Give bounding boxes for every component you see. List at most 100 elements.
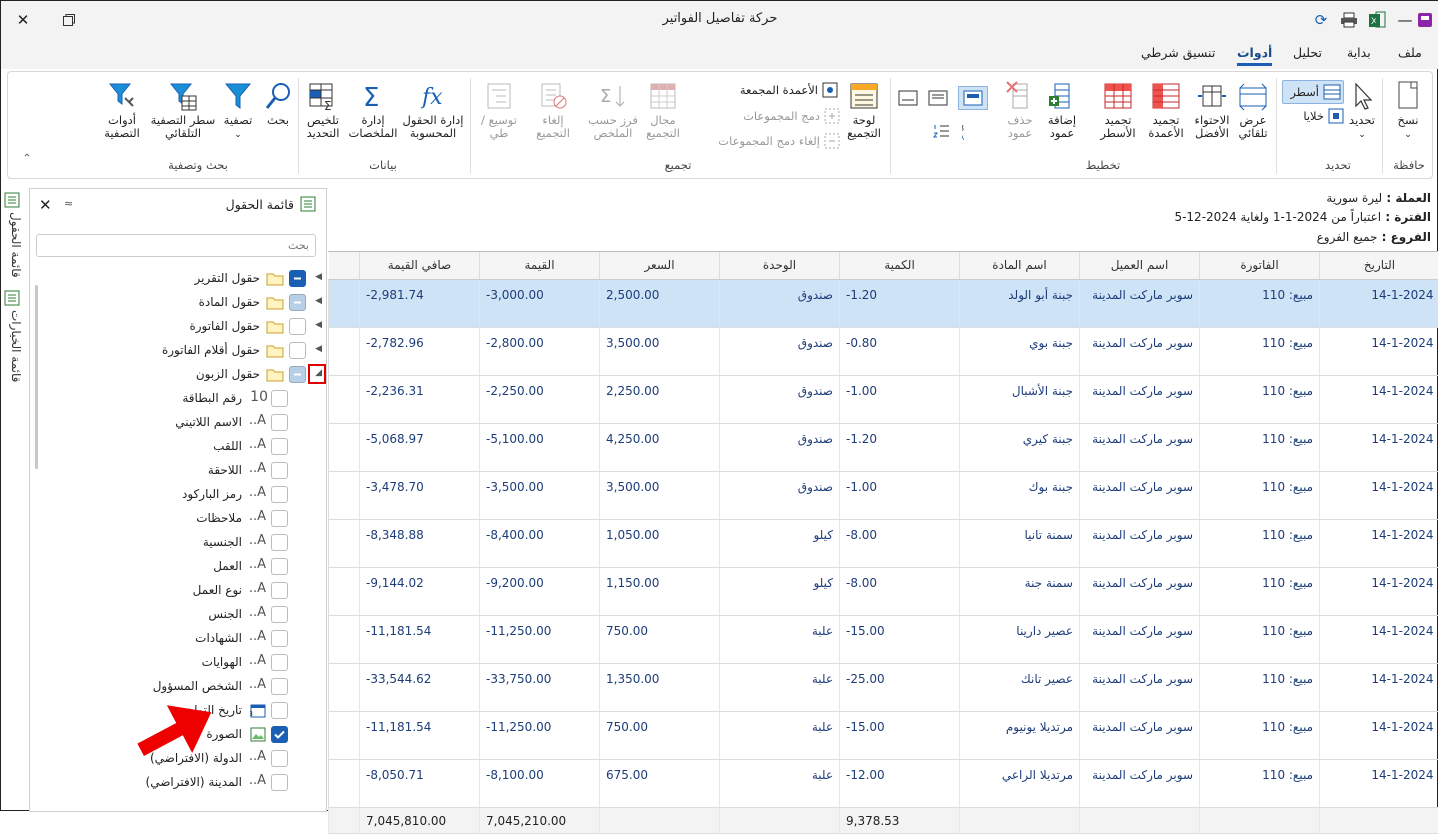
table-cell[interactable]: مبيع: 110 bbox=[1200, 759, 1320, 807]
table-cell[interactable]: -11,250.00 bbox=[480, 711, 600, 759]
cells-button[interactable]: خلايا bbox=[1294, 108, 1344, 124]
table-row[interactable]: 14-1-2024مبيع: 110سوبر ماركت المدينةسمنة… bbox=[329, 519, 1438, 567]
tab-analysis[interactable]: تحليل bbox=[1293, 45, 1322, 60]
field-item[interactable]: A..نوع العمل bbox=[30, 579, 328, 603]
column-header[interactable]: الوحدة bbox=[720, 252, 840, 279]
table-cell[interactable]: -33,750.00 bbox=[480, 663, 600, 711]
refresh-icon[interactable]: ⟳ bbox=[1311, 10, 1331, 30]
search-button[interactable]: بحث bbox=[260, 80, 296, 127]
field-item[interactable]: A..الشخص المسؤول bbox=[30, 675, 328, 699]
tab-field-list[interactable]: قائمة الحقول bbox=[3, 212, 23, 292]
table-cell[interactable]: 3,500.00 bbox=[600, 471, 720, 519]
field-group[interactable]: ◀حقول أقلام الفاتورة bbox=[30, 339, 328, 363]
layout-view-2-button[interactable] bbox=[928, 90, 948, 106]
list-numbered-icon[interactable] bbox=[932, 122, 950, 140]
table-cell[interactable]: -1.20 bbox=[840, 279, 960, 327]
field-checkbox[interactable] bbox=[271, 414, 288, 431]
field-checkbox[interactable] bbox=[271, 582, 288, 599]
field-item[interactable]: A..المدينة (الافتراضي) bbox=[30, 771, 328, 795]
table-cell[interactable]: سمنة جنة bbox=[960, 567, 1080, 615]
table-cell[interactable]: مرتديلا الراعي bbox=[960, 759, 1080, 807]
table-cell[interactable]: صندوق bbox=[720, 327, 840, 375]
column-header[interactable]: التاريخ bbox=[1320, 252, 1438, 279]
field-item[interactable]: A..اللقب bbox=[30, 435, 328, 459]
selection-summary-button[interactable]: Σ تلخيص التحديد bbox=[300, 80, 346, 140]
table-cell[interactable]: مبيع: 110 bbox=[1200, 567, 1320, 615]
tab-conditional-format[interactable]: تنسيق شرطي bbox=[1141, 45, 1215, 60]
table-cell[interactable]: مبيع: 110 bbox=[1200, 615, 1320, 663]
field-checkbox[interactable] bbox=[271, 438, 288, 455]
table-cell[interactable]: -5,068.97 bbox=[360, 423, 480, 471]
column-header[interactable]: اسم العميل bbox=[1080, 252, 1200, 279]
table-cell[interactable]: 1,050.00 bbox=[600, 519, 720, 567]
auto-view-button[interactable]: عرض تلقائي bbox=[1234, 80, 1272, 140]
table-cell[interactable]: -5,100.00 bbox=[480, 423, 600, 471]
field-group[interactable]: ◀حقول الفاتورة bbox=[30, 315, 328, 339]
layout-view-1-button[interactable] bbox=[958, 86, 988, 110]
field-checkbox[interactable] bbox=[271, 654, 288, 671]
field-item[interactable]: A..الاسم اللاتيني bbox=[30, 411, 328, 435]
table-cell[interactable]: مبيع: 110 bbox=[1200, 519, 1320, 567]
calculated-fields-button[interactable]: fx إدارة الحقول المحسوبة bbox=[402, 80, 464, 140]
table-cell[interactable]: مبيع: 110 bbox=[1200, 375, 1320, 423]
field-item[interactable]: 10رقم البطاقة bbox=[30, 387, 328, 411]
field-checkbox[interactable] bbox=[271, 606, 288, 623]
table-cell[interactable]: مبيع: 110 bbox=[1200, 663, 1320, 711]
field-checkbox[interactable] bbox=[271, 534, 288, 551]
table-cell[interactable]: علبة bbox=[720, 711, 840, 759]
sort-az-button[interactable]: ABA↓ bbox=[962, 122, 980, 142]
field-search-input[interactable] bbox=[36, 234, 316, 257]
field-item[interactable]: A..الشهادات bbox=[30, 627, 328, 651]
table-cell[interactable]: -11,181.54 bbox=[360, 711, 480, 759]
field-group[interactable]: ◀حقول التقرير bbox=[30, 267, 328, 291]
table-cell[interactable]: -0.80 bbox=[840, 327, 960, 375]
table-cell[interactable]: علبة bbox=[720, 615, 840, 663]
unmerge-groups-button[interactable]: إلغاء دمج المجموعات bbox=[708, 133, 840, 149]
table-cell[interactable]: -8.00 bbox=[840, 567, 960, 615]
cancel-grouping-button[interactable]: إلغاء التجميع bbox=[528, 80, 578, 140]
table-cell[interactable]: -3,478.70 bbox=[360, 471, 480, 519]
table-cell[interactable]: 14-1-2024 bbox=[1320, 519, 1438, 567]
table-cell[interactable]: -12.00 bbox=[840, 759, 960, 807]
table-cell[interactable]: جبنة بوك bbox=[960, 471, 1080, 519]
table-cell[interactable]: 14-1-2024 bbox=[1320, 471, 1438, 519]
table-cell[interactable]: سوبر ماركت المدينة bbox=[1080, 663, 1200, 711]
table-cell[interactable]: سوبر ماركت المدينة bbox=[1080, 375, 1200, 423]
auto-filter-row-button[interactable]: سطر التصفية التلقائي bbox=[148, 80, 218, 140]
group-panel-button[interactable]: لوحة التجميع bbox=[842, 80, 886, 140]
field-checkbox[interactable] bbox=[271, 462, 288, 479]
group-checkbox[interactable] bbox=[289, 294, 306, 311]
table-cell[interactable]: -2,236.31 bbox=[360, 375, 480, 423]
table-cell[interactable]: -3,500.00 bbox=[480, 471, 600, 519]
collapse-ribbon-icon[interactable]: ⌃ bbox=[20, 152, 34, 165]
table-cell[interactable]: مبيع: 110 bbox=[1200, 423, 1320, 471]
collapsed-arrow-icon[interactable]: ◀ bbox=[315, 320, 322, 330]
field-checkbox[interactable] bbox=[271, 630, 288, 647]
table-cell[interactable]: مرتديلا يونيوم bbox=[960, 711, 1080, 759]
table-row[interactable]: 14-1-2024مبيع: 110سوبر ماركت المدينةجبنة… bbox=[329, 279, 1438, 327]
layout-view-3-button[interactable] bbox=[898, 90, 918, 106]
table-cell[interactable]: 14-1-2024 bbox=[1320, 423, 1438, 471]
table-cell[interactable]: سوبر ماركت المدينة bbox=[1080, 567, 1200, 615]
table-cell[interactable]: جبنة بوي bbox=[960, 327, 1080, 375]
delete-column-button[interactable]: حذف عمود bbox=[1000, 80, 1040, 140]
group-range-button[interactable]: مجال التجميع bbox=[638, 80, 688, 140]
tab-home[interactable]: بداية bbox=[1347, 45, 1371, 60]
table-cell[interactable]: كيلو bbox=[720, 519, 840, 567]
table-cell[interactable]: مبيع: 110 bbox=[1200, 471, 1320, 519]
close-panel-icon[interactable]: ✕ bbox=[39, 196, 52, 214]
field-list-tab-icon[interactable] bbox=[4, 192, 22, 210]
table-cell[interactable]: سوبر ماركت المدينة bbox=[1080, 327, 1200, 375]
table-cell[interactable]: 2,250.00 bbox=[600, 375, 720, 423]
tab-options-list[interactable]: قائمة الخيارات bbox=[3, 310, 23, 402]
tab-tools[interactable]: أدوات bbox=[1237, 45, 1272, 66]
table-row[interactable]: 14-1-2024مبيع: 110سوبر ماركت المدينةجبنة… bbox=[329, 423, 1438, 471]
field-group[interactable]: ◀حقول المادة bbox=[30, 291, 328, 315]
table-row[interactable]: 14-1-2024مبيع: 110سوبر ماركت المدينةعصير… bbox=[329, 615, 1438, 663]
field-item[interactable]: A..الجنس bbox=[30, 603, 328, 627]
table-cell[interactable]: سوبر ماركت المدينة bbox=[1080, 423, 1200, 471]
table-cell[interactable]: 14-1-2024 bbox=[1320, 327, 1438, 375]
table-cell[interactable]: -1.00 bbox=[840, 471, 960, 519]
table-row[interactable]: 14-1-2024مبيع: 110سوبر ماركت المدينةعصير… bbox=[329, 663, 1438, 711]
table-cell[interactable]: -2,782.96 bbox=[360, 327, 480, 375]
